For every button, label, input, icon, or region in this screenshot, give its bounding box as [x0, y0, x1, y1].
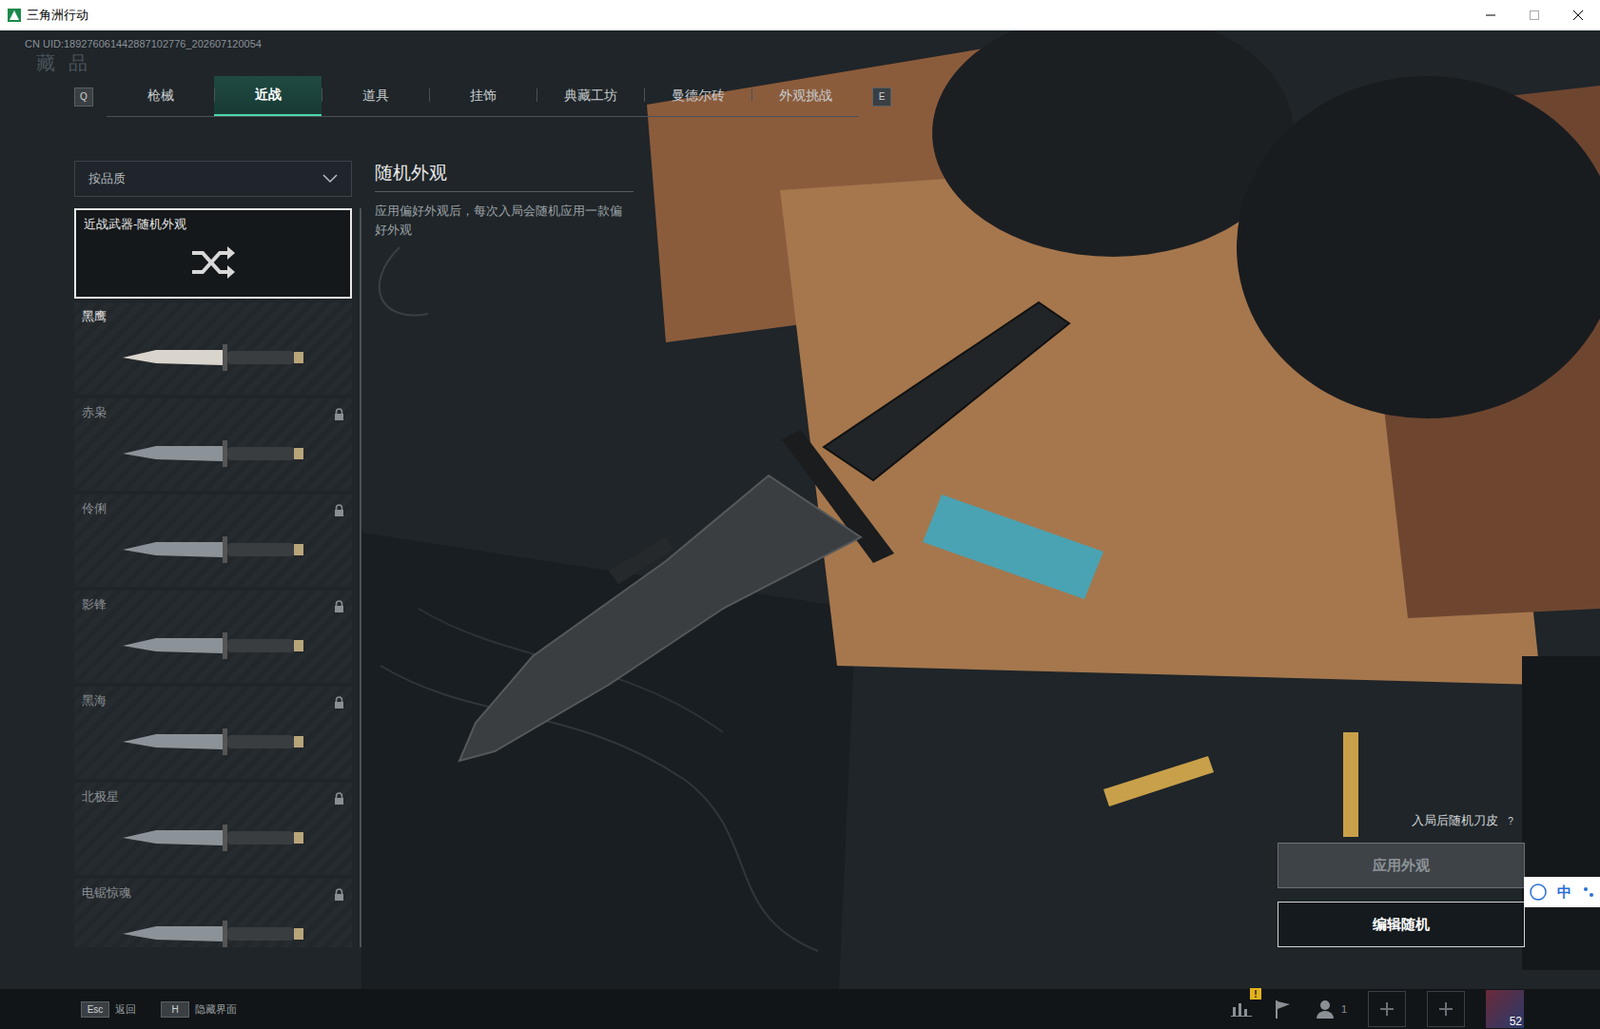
detail-description: 应用偏好外观后，每次入局会随机应用一款偏好外观 [374, 201, 634, 240]
lock-icon [333, 504, 345, 518]
lock-icon [333, 696, 345, 710]
skin-item[interactable]: 近战武器-随机外观 [74, 208, 352, 299]
game-window: 三角洲行动 CN UID:189276061442887102776_20260… [0, 0, 1600, 1029]
action-button[interactable]: 应用外观 [1277, 842, 1525, 889]
page-title: 藏品 [36, 51, 1600, 75]
tab[interactable]: 挂饰 [429, 76, 537, 117]
title-bar: 三角洲行动 [0, 0, 1600, 31]
knife-icon [117, 434, 309, 473]
skin-item[interactable]: 北极星 [74, 782, 352, 876]
action-panel: 入局后随机刀皮 ? 应用外观编辑随机 [1277, 812, 1525, 948]
knife-icon [117, 915, 309, 949]
knife-icon [117, 819, 309, 858]
flag-icon[interactable] [1272, 998, 1294, 1020]
window-title: 三角洲行动 [26, 6, 89, 24]
detail-panel: 随机外观 应用偏好外观后，每次入局会随机应用一款偏好外观 [374, 160, 634, 948]
skin-item[interactable]: 黑鹰 [74, 302, 352, 395]
squad-button[interactable]: 1 [1314, 998, 1347, 1020]
minimize-icon[interactable] [1468, 0, 1513, 31]
sort-dropdown[interactable]: 按品质 [74, 160, 352, 197]
invite-slot[interactable] [1367, 991, 1406, 1028]
tab[interactable]: 道具 [321, 76, 430, 117]
random-hint: 入局后随机刀皮 ? [1277, 812, 1518, 830]
chart-icon [1230, 997, 1252, 1017]
tab[interactable]: 曼德尔砖 [643, 76, 752, 117]
person-icon [1314, 998, 1336, 1020]
detail-title: 随机外观 [374, 160, 634, 193]
plus-icon [1439, 1002, 1453, 1016]
stats-button[interactable]: ! [1230, 997, 1252, 1021]
action-button[interactable]: 编辑随机 [1277, 901, 1525, 948]
lock-icon [333, 792, 345, 806]
player-level: 52 [1509, 1014, 1522, 1029]
lock-icon [333, 408, 345, 422]
prev-tab-key[interactable]: Q [74, 87, 94, 107]
tab[interactable]: 枪械 [106, 76, 215, 117]
skin-item[interactable]: 黑海 [74, 686, 352, 780]
help-icon[interactable]: ? [1503, 814, 1518, 828]
knife-icon [117, 626, 309, 665]
key-hint[interactable]: H 隐藏界面 [160, 1001, 237, 1018]
lock-icon [333, 600, 345, 614]
skin-item[interactable]: 电锯惊魂 [74, 878, 352, 948]
skin-item[interactable]: 伶俐 [74, 494, 352, 587]
bottom-bar: Esc 返回 H 隐藏界面 ! 1 52 [0, 989, 1600, 1029]
ime-settings-icon [1581, 885, 1596, 899]
tab[interactable]: 外观挑战 [751, 76, 859, 117]
knife-icon [117, 530, 309, 569]
plus-icon [1380, 1002, 1394, 1016]
shuffle-icon [189, 243, 237, 282]
collection-page: CN UID:189276061442887102776_20260712005… [0, 30, 1600, 990]
lock-icon [333, 888, 345, 902]
close-icon[interactable] [1556, 0, 1600, 31]
app-logo-icon [7, 8, 21, 22]
key-hint[interactable]: Esc 返回 [80, 1001, 137, 1018]
knife-icon [117, 722, 309, 761]
uid-label: CN UID:189276061442887102776_20260712005… [24, 36, 1600, 52]
ime-logo-icon [1528, 882, 1548, 902]
invite-slot[interactable] [1426, 991, 1465, 1028]
skin-panel: 按品质 近战武器-随机外观 黑鹰 赤枭 伶俐 影锋 黑海 北极星 电锯惊魂 [74, 160, 362, 948]
next-tab-key[interactable]: E [872, 87, 892, 107]
tab[interactable]: 近战 [214, 76, 322, 117]
maximize-icon[interactable] [1512, 0, 1557, 31]
chevron-down-icon [322, 174, 338, 184]
category-tabs: Q 枪械近战道具挂饰典藏工坊曼德尔砖外观挑战 E [74, 76, 1600, 118]
tab[interactable]: 典藏工坊 [536, 76, 644, 117]
list-scrollbar[interactable] [359, 208, 362, 948]
player-avatar[interactable]: 52 [1485, 990, 1524, 1029]
knife-icon [117, 338, 309, 377]
ime-toolbar[interactable]: 中 [1523, 877, 1600, 908]
skin-list: 近战武器-随机外观 黑鹰 赤枭 伶俐 影锋 黑海 北极星 电锯惊魂 [74, 208, 352, 948]
alert-badge: ! [1249, 988, 1262, 1000]
skin-item[interactable]: 赤枭 [74, 398, 352, 491]
skin-item[interactable]: 影锋 [74, 590, 352, 683]
